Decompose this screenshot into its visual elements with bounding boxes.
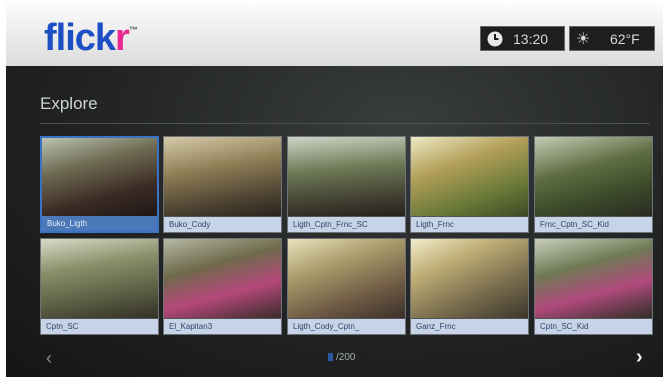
photo-tile-1[interactable]: Buko_Ligth <box>40 136 159 233</box>
photo-thumbnail <box>288 239 405 318</box>
photo-thumbnail <box>42 138 157 217</box>
photo-thumbnail <box>164 137 281 216</box>
photo-thumbnail <box>535 137 652 216</box>
tv-screen: flickr™ 13:20 ☀ 62°F Explore Buko_Ligth … <box>6 4 663 377</box>
photo-caption: Buko_Cody <box>164 217 281 232</box>
photo-tile-5[interactable]: Frnc_Cptn_SC_Kid <box>534 136 653 233</box>
logo-text-pink: r <box>115 17 130 59</box>
clock-icon <box>486 30 504 51</box>
photo-tile-9[interactable]: Ganz_Frnc <box>410 238 529 335</box>
sun-icon: ☀ <box>576 31 591 48</box>
photo-thumbnail <box>164 239 281 318</box>
photo-thumbnail <box>535 239 652 318</box>
photo-caption: Frnc_Cptn_SC_Kid <box>535 217 652 232</box>
clock-time: 13:20 <box>513 31 549 47</box>
photo-caption: Ligth_Frnc <box>411 217 528 232</box>
photo-thumbnail <box>41 239 158 318</box>
photo-tile-8[interactable]: Ligth_Cody_Cptn_ <box>287 238 406 335</box>
photo-tile-7[interactable]: El_Kapitan3 <box>163 238 282 335</box>
photo-caption: Cptn_SC <box>41 319 158 334</box>
photo-thumbnail <box>411 137 528 216</box>
photo-caption: Ligth_Cody_Cptn_ <box>288 319 405 334</box>
photo-tile-4[interactable]: Ligth_Frnc <box>410 136 529 233</box>
photo-caption: Ganz_Frnc <box>411 319 528 334</box>
clock-widget: 13:20 <box>480 26 565 51</box>
page-counter: /200 <box>328 352 355 363</box>
chevron-left-icon[interactable]: ‹ <box>46 348 52 369</box>
top-bar: flickr™ 13:20 ☀ 62°F <box>6 4 663 66</box>
temperature: 62°F <box>610 31 640 47</box>
flickr-logo: flickr™ <box>44 17 138 60</box>
photo-caption: Cptn_SC_Kid <box>535 319 652 334</box>
explore-panel: Explore Buko_Ligth Buko_Cody Ligth_Cptn_… <box>6 66 663 377</box>
divider <box>40 123 650 124</box>
logo-text-blue: flick <box>44 17 116 59</box>
photo-tile-3[interactable]: Ligth_Cptn_Frnc_SC <box>287 136 406 233</box>
photo-tile-6[interactable]: Cptn_SC <box>40 238 159 335</box>
photo-caption: Ligth_Cptn_Frnc_SC <box>288 217 405 232</box>
photo-caption: Buko_Ligth <box>42 216 157 231</box>
chevron-right-icon[interactable]: › <box>636 346 643 369</box>
page-count-text: /200 <box>336 352 356 363</box>
photo-tile-2[interactable]: Buko_Cody <box>163 136 282 233</box>
photo-thumbnail <box>411 239 528 318</box>
logo-trademark: ™ <box>128 25 138 35</box>
section-title: Explore <box>40 94 98 113</box>
current-index-marker <box>328 353 333 361</box>
weather-widget: ☀ 62°F <box>569 26 655 51</box>
photo-tile-10[interactable]: Cptn_SC_Kid <box>534 238 653 335</box>
photo-caption: El_Kapitan3 <box>164 319 281 334</box>
photo-thumbnail <box>288 137 405 216</box>
